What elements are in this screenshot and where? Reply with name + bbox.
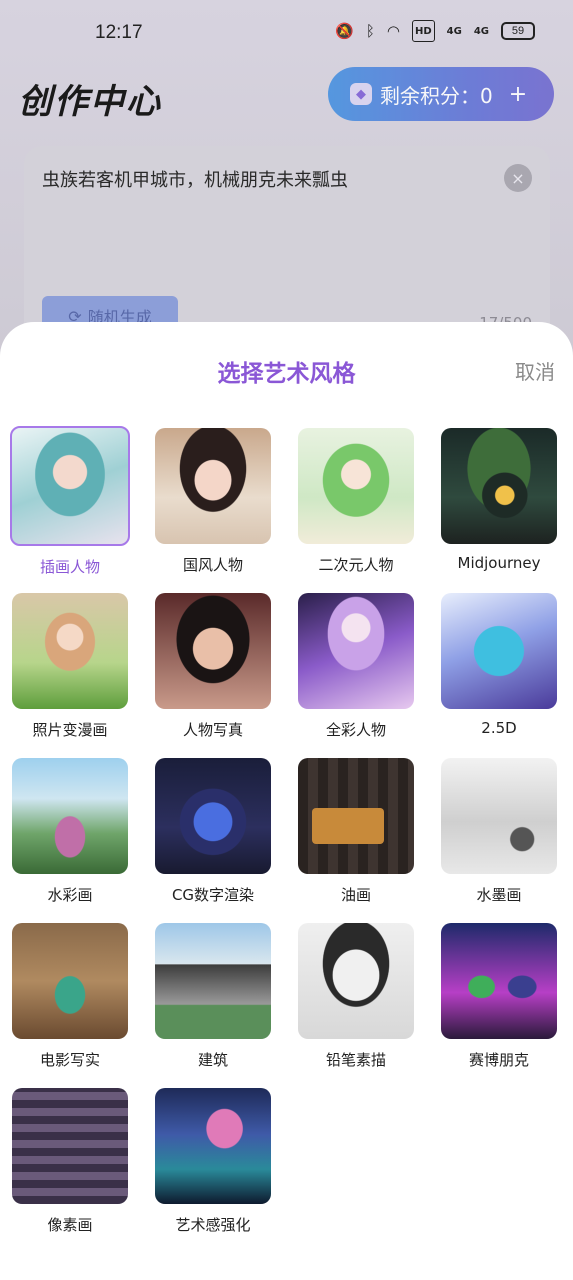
signal-icon-2: 4G — [473, 25, 489, 37]
style-item-cyberpunk[interactable]: 赛博朋克 — [439, 921, 559, 1070]
signal-icon-1: 4G — [446, 25, 462, 37]
style-label: 照片变漫画 — [32, 721, 108, 739]
clear-icon[interactable]: × — [504, 164, 532, 192]
style-label: CG数字渲染 — [171, 886, 255, 904]
style-thumbnail — [155, 593, 271, 709]
style-label: 国风人物 — [182, 556, 243, 574]
style-item-cg-render[interactable]: CG数字渲染 — [153, 756, 273, 905]
style-picker-sheet: 选择艺术风格 取消 插画人物 国风人物 二次元人物 Midjourney 照片变… — [0, 322, 573, 1280]
credits-label: 剩余积分：0 — [380, 83, 493, 108]
style-thumbnail — [155, 923, 271, 1039]
style-label: 二次元人物 — [318, 556, 394, 574]
sheet-title: 选择艺术风格 — [217, 361, 356, 387]
style-item-full-color[interactable]: 全彩人物 — [296, 591, 416, 740]
style-item-pencil-sketch[interactable]: 铅笔素描 — [296, 921, 416, 1070]
page-title: 创作中心 — [18, 82, 162, 122]
style-thumbnail — [12, 923, 128, 1039]
style-label: 2.5D — [481, 719, 517, 737]
status-bar: 12:17 🔕 ᛒ ◠ HD 4G 4G 59 — [0, 0, 573, 66]
style-item-guofeng[interactable]: 国风人物 — [153, 426, 273, 575]
battery-icon: 59 — [501, 22, 535, 40]
style-thumbnail — [155, 428, 271, 544]
style-item-cinematic[interactable]: 电影写实 — [10, 921, 130, 1070]
bluetooth-icon: ᛒ — [365, 22, 375, 40]
gem-icon: ◆ — [350, 83, 372, 105]
style-thumbnail — [12, 593, 128, 709]
style-thumbnail — [298, 428, 414, 544]
style-item-anime[interactable]: 二次元人物 — [296, 426, 416, 575]
style-thumbnail — [12, 758, 128, 874]
style-label: 全彩人物 — [325, 721, 386, 739]
style-thumbnail — [298, 758, 414, 874]
style-item-midjourney[interactable]: Midjourney — [439, 426, 559, 572]
style-thumbnail — [441, 593, 557, 709]
style-thumbnail — [441, 428, 557, 544]
style-item-portrait[interactable]: 人物写真 — [153, 591, 273, 740]
style-label: 人物写真 — [182, 721, 243, 739]
prompt-input[interactable]: 虫族若客机甲城市，机械朋克未来瓢虫 — [42, 166, 348, 192]
cancel-button[interactable]: 取消 — [515, 356, 555, 385]
style-item-2-5d[interactable]: 2.5D — [439, 591, 559, 737]
wifi-icon: ◠ — [386, 22, 400, 40]
style-item-art-enhance[interactable]: 艺术感强化 — [153, 1086, 273, 1235]
style-item-watercolor[interactable]: 水彩画 — [10, 756, 130, 905]
hd-icon: HD — [411, 20, 435, 42]
plus-icon: + — [508, 81, 528, 107]
style-label: 像素画 — [47, 1216, 93, 1234]
style-item-ink-wash[interactable]: 水墨画 — [439, 756, 559, 905]
style-item-oil-painting[interactable]: 油画 — [296, 756, 416, 905]
style-label: 油画 — [340, 886, 371, 904]
style-label: 艺术感强化 — [175, 1216, 251, 1234]
style-item-illustration[interactable]: 插画人物 — [10, 426, 130, 577]
style-thumbnail — [441, 923, 557, 1039]
style-label: Midjourney — [457, 554, 541, 572]
style-label: 电影写实 — [39, 1051, 100, 1069]
style-thumbnail — [298, 923, 414, 1039]
style-label: 水墨画 — [476, 886, 522, 904]
style-label: 插画人物 — [39, 558, 100, 576]
style-label: 建筑 — [197, 1051, 228, 1069]
status-time: 12:17 — [95, 22, 143, 43]
style-item-architecture[interactable]: 建筑 — [153, 921, 273, 1070]
style-thumbnail — [12, 1088, 128, 1204]
style-thumbnail — [155, 758, 271, 874]
status-icons: 🔕 ᛒ ◠ HD 4G 4G 59 — [335, 20, 535, 42]
style-label: 铅笔素描 — [325, 1051, 386, 1069]
style-thumbnail — [298, 593, 414, 709]
style-item-photo-to-comic[interactable]: 照片变漫画 — [10, 591, 130, 740]
style-thumbnail — [441, 758, 557, 874]
mute-bell-icon: 🔕 — [335, 22, 354, 40]
style-thumbnail — [10, 426, 130, 546]
style-label: 赛博朋克 — [468, 1051, 529, 1069]
style-item-pixel-art[interactable]: 像素画 — [10, 1086, 130, 1235]
style-thumbnail — [155, 1088, 271, 1204]
style-label: 水彩画 — [47, 886, 93, 904]
credits-button[interactable]: ◆ 剩余积分：0 + — [328, 67, 554, 121]
